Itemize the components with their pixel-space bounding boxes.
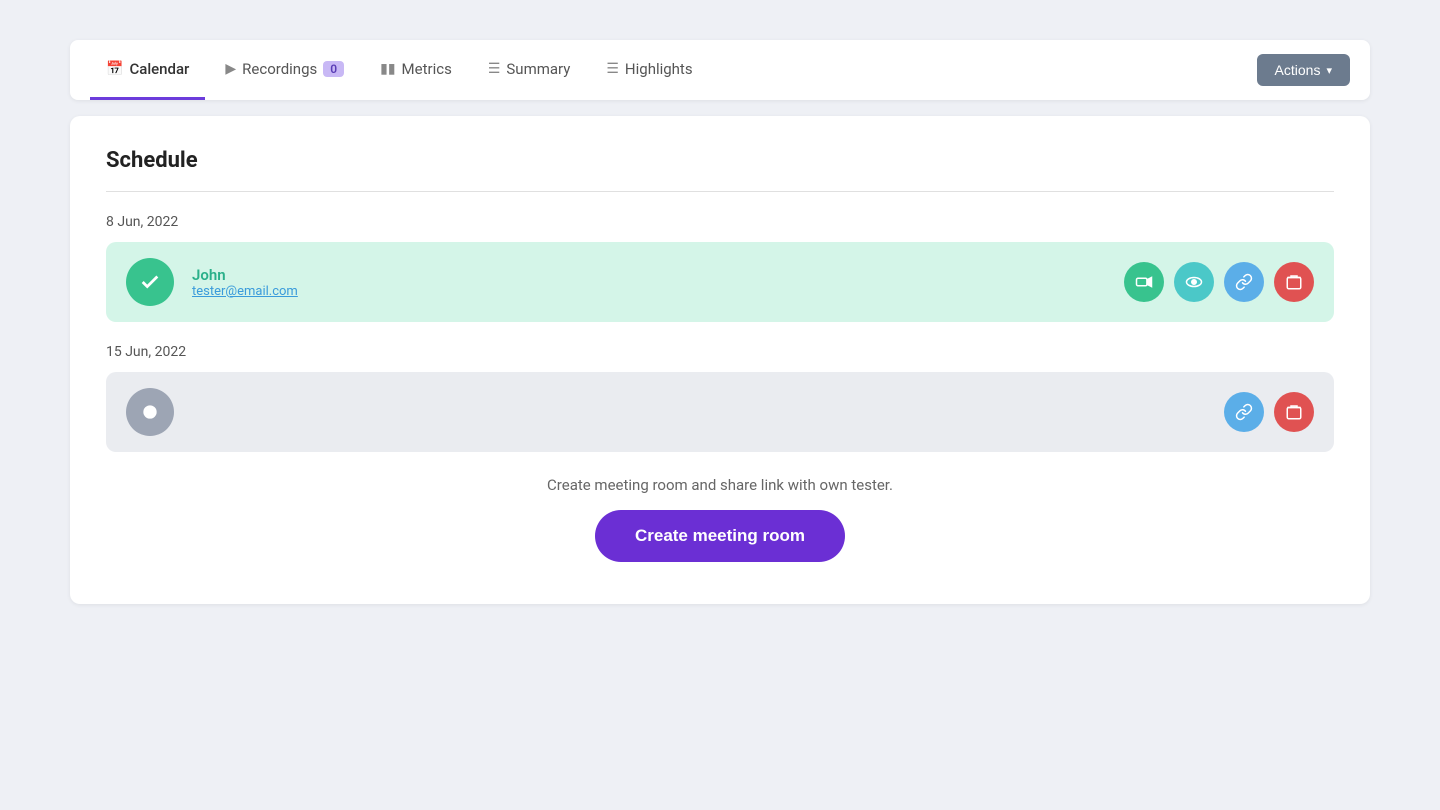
tab-summary[interactable]: ☰ Summary bbox=[472, 40, 587, 100]
session-row-1: John tester@email.com bbox=[106, 242, 1334, 322]
delete-button-1[interactable] bbox=[1274, 262, 1314, 302]
nav-bar: 📅 Calendar ▶ Recordings 0 ▮▮ Metrics ☰ S… bbox=[70, 40, 1370, 100]
create-meeting-room-button[interactable]: Create meeting room bbox=[595, 510, 845, 562]
eye-button-1[interactable] bbox=[1174, 262, 1214, 302]
session-email-1[interactable]: tester@email.com bbox=[192, 284, 1124, 299]
tab-recordings-label: Recordings bbox=[242, 60, 317, 78]
tab-metrics-label: Metrics bbox=[402, 60, 452, 78]
cta-description: Create meeting room and share link with … bbox=[547, 476, 893, 494]
highlights-icon: ☰ bbox=[606, 61, 619, 77]
session-actions-1 bbox=[1124, 262, 1314, 302]
link-button-2[interactable] bbox=[1224, 392, 1264, 432]
calendar-icon: 📅 bbox=[106, 61, 123, 77]
delete-button-2[interactable] bbox=[1274, 392, 1314, 432]
session-actions-2 bbox=[1224, 392, 1314, 432]
actions-label: Actions bbox=[1275, 62, 1321, 78]
divider bbox=[106, 191, 1334, 192]
session-row-2 bbox=[106, 372, 1334, 452]
tab-calendar-label: Calendar bbox=[129, 60, 189, 78]
link-button-1[interactable] bbox=[1224, 262, 1264, 302]
recordings-badge: 0 bbox=[323, 61, 344, 77]
schedule-title: Schedule bbox=[106, 148, 1334, 173]
session-name-1: John bbox=[192, 266, 1124, 284]
session-info-1: John tester@email.com bbox=[192, 266, 1124, 299]
avatar-1 bbox=[126, 258, 174, 306]
metrics-icon: ▮▮ bbox=[380, 61, 395, 77]
avatar-2 bbox=[126, 388, 174, 436]
recordings-icon: ▶ bbox=[225, 61, 236, 77]
main-card: Schedule 8 Jun, 2022 John tester@email.c… bbox=[70, 116, 1370, 604]
date-label-2: 15 Jun, 2022 bbox=[106, 344, 1334, 360]
chevron-down-icon: ▾ bbox=[1326, 64, 1332, 77]
date-label-1: 8 Jun, 2022 bbox=[106, 214, 1334, 230]
tab-highlights[interactable]: ☰ Highlights bbox=[590, 40, 708, 100]
cta-section: Create meeting room and share link with … bbox=[106, 476, 1334, 572]
tab-recordings[interactable]: ▶ Recordings 0 bbox=[209, 40, 360, 100]
tab-summary-label: Summary bbox=[506, 60, 570, 78]
summary-icon: ☰ bbox=[488, 61, 501, 77]
video-button-1[interactable] bbox=[1124, 262, 1164, 302]
tab-calendar[interactable]: 📅 Calendar bbox=[90, 40, 205, 100]
tab-metrics[interactable]: ▮▮ Metrics bbox=[364, 40, 468, 100]
nav-tabs: 📅 Calendar ▶ Recordings 0 ▮▮ Metrics ☰ S… bbox=[90, 40, 709, 100]
tab-highlights-label: Highlights bbox=[625, 60, 693, 78]
page-container: 📅 Calendar ▶ Recordings 0 ▮▮ Metrics ☰ S… bbox=[70, 40, 1370, 604]
actions-button[interactable]: Actions ▾ bbox=[1257, 54, 1350, 86]
